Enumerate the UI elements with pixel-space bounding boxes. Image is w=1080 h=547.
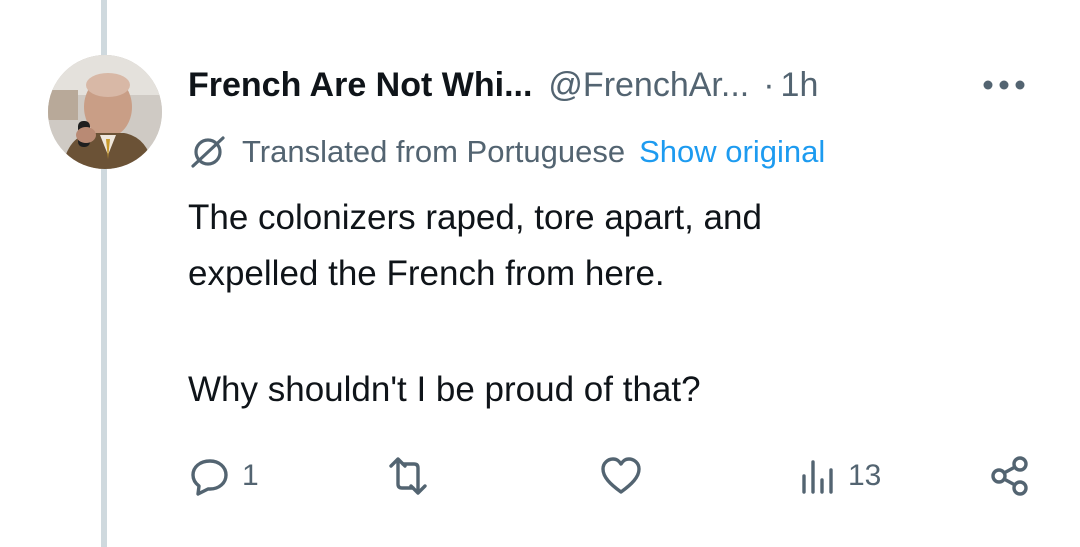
tweet-text-line: expelled the French from here. <box>188 254 665 293</box>
like-button[interactable] <box>598 448 654 504</box>
reply-count: 1 <box>242 459 259 492</box>
avatar-image <box>48 55 162 169</box>
translation-note: Translated from Portuguese <box>242 134 626 169</box>
views-count: 13 <box>848 459 882 492</box>
translation-bar: Translated from Portuguese Show original <box>188 130 825 174</box>
tweet-header: French Are Not Whi... @FrenchAr... · 1h <box>188 60 1040 110</box>
avatar[interactable] <box>48 55 162 169</box>
more-horizontal-icon <box>983 80 1025 90</box>
tweet-time[interactable]: 1h <box>781 66 819 105</box>
separator-dot: · <box>763 65 775 104</box>
tweet-text-line: The colonizers raped, tore apart, and <box>188 198 762 237</box>
reply-icon <box>191 459 228 496</box>
share-icon <box>991 456 1028 496</box>
views-icon <box>802 460 833 494</box>
retweet-icon <box>389 457 427 495</box>
tweet-text-line: Why shouldn't I be proud of that? <box>188 370 701 409</box>
retweet-button[interactable] <box>383 448 443 504</box>
tweet-actions: 1 13 <box>188 448 1033 504</box>
show-original-link[interactable]: Show original <box>639 134 825 170</box>
share-button[interactable] <box>988 448 1032 504</box>
user-handle[interactable]: @FrenchAr... <box>548 66 749 105</box>
reply-button[interactable]: 1 <box>188 448 259 504</box>
more-options-button[interactable] <box>980 68 1028 102</box>
views-button[interactable]: 13 <box>798 448 881 504</box>
tweet-text: The colonizers raped, tore apart, and ex… <box>188 190 1008 418</box>
globe-icon <box>191 136 225 168</box>
heart-icon <box>601 457 641 494</box>
display-name[interactable]: French Are Not Whi... <box>188 66 532 105</box>
